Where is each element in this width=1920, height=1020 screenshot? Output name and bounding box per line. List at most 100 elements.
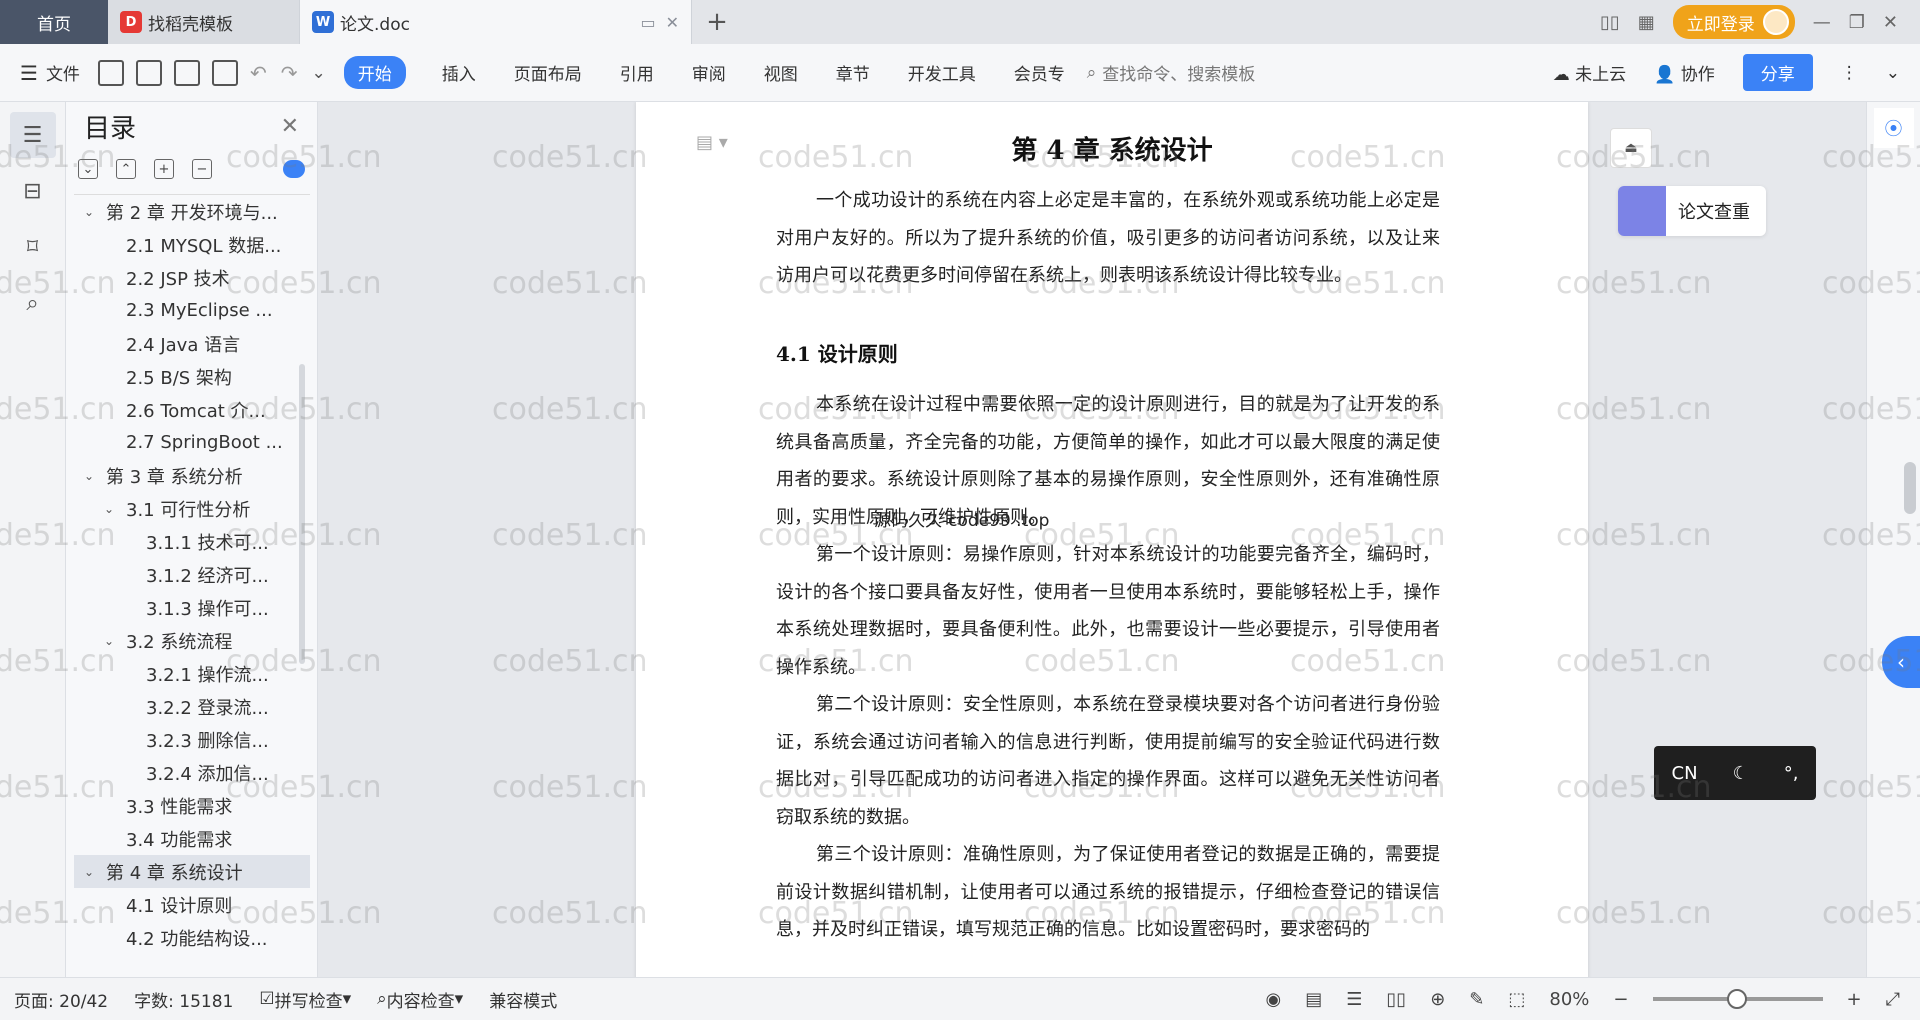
location-pin-icon[interactable]: ⦿ [1873,108,1914,148]
toc-icon[interactable]: ☰ [9,112,56,158]
collapse-all-icon[interactable]: ⌃ [116,159,136,179]
spell-check-button[interactable]: ☑ 拼写检查 ▾ [259,987,351,1012]
chevron-down-icon[interactable]: ⌄ [80,469,98,483]
fit-page-icon[interactable]: ⬚ [1508,989,1525,1010]
zoom-slider[interactable] [1652,989,1823,1009]
paragraph[interactable]: 第二个设计原则：安全性原则，本系统在登录模块要对各个访问者进行身份验证，系统会通… [776,686,1440,836]
close-window-icon[interactable]: ✕ [1883,12,1898,33]
login-button[interactable]: 立即登录 [1672,5,1795,39]
layout-icon[interactable]: ▯▯ [1600,12,1620,33]
toc-item[interactable]: 4.1 设计原则 [74,888,310,921]
zoom-level[interactable]: 80% [1549,989,1589,1010]
window-mode-icon[interactable]: ▭ [640,13,655,32]
toc-item[interactable]: ⌄ 第 4 章 系统设计 [74,855,310,888]
add-heading-icon[interactable]: + [154,159,174,179]
section-nav-icon[interactable]: ⊟ [10,168,56,214]
zoom-knob[interactable] [1726,989,1747,1009]
close-icon[interactable]: ✕ [281,114,299,139]
chevron-down-icon[interactable]: ⌄ [80,865,98,879]
print-preview-icon[interactable] [211,59,238,86]
tab-document[interactable]: W 论文.doc ▭ ✕ [300,0,692,44]
minimize-icon[interactable]: — [1813,12,1831,33]
cloud-status[interactable]: ☁ 未上云 [1553,60,1626,85]
pen-icon[interactable]: ✎ [1469,989,1484,1010]
tab-section[interactable]: 章节 [836,60,870,85]
share-button[interactable]: 分享 [1742,54,1813,91]
eject-icon[interactable]: ⏏ [1610,128,1652,168]
chevron-down-icon[interactable]: ⌄ [100,634,118,648]
word-counter[interactable]: 字数: 15181 [134,987,233,1012]
export-icon[interactable] [135,59,162,86]
new-tab-button[interactable]: + [692,0,742,44]
toc-item[interactable]: ⌄ 3.2 系统流程 [74,624,310,657]
intro-paragraph[interactable]: 一个成功设计的系统在内容上必定是丰富的，在系统外观或系统功能上必定是对用户友好的… [776,182,1440,295]
tab-insert[interactable]: 插入 [442,60,476,85]
bookmark-icon[interactable]: ⌑ [10,224,56,270]
collapse-ribbon-icon[interactable]: ⌄ [1886,63,1900,83]
collab-button[interactable]: 👤 协作 [1654,60,1715,85]
toc-item[interactable]: 4.2 功能结构设... [74,921,310,954]
tab-references[interactable]: 引用 [620,60,654,85]
redo-icon[interactable]: ↷ [281,61,298,85]
more-icon[interactable]: ⋮ [1841,63,1858,83]
toc-item[interactable]: 3.2.2 登录流... [74,690,310,723]
ai-toggle-icon[interactable] [283,160,305,178]
toc-item[interactable]: 3.3 性能需求 [74,789,310,822]
toc-item[interactable]: 3.1.1 技术可... [74,525,310,558]
remove-heading-icon[interactable]: − [192,159,212,179]
file-menu[interactable]: ☰ 文件 [20,60,80,86]
restore-icon[interactable]: ❐ [1849,12,1865,33]
close-tab-icon[interactable]: ✕ [666,13,679,32]
toc-item[interactable]: 3.1.2 经济可... [74,558,310,591]
read-view-icon[interactable]: ▯▯ [1386,989,1406,1010]
chevron-down-icon[interactable]: ⌄ [100,502,118,516]
undo-icon[interactable]: ↶ [250,61,267,85]
web-view-icon[interactable]: ⊕ [1430,989,1445,1010]
toc-item[interactable]: 3.1.3 操作可... [74,591,310,624]
tab-template[interactable]: D 找稻壳模板 [108,0,300,44]
chapter-title[interactable]: 第 4 章 系统设计 [636,130,1588,167]
toc-item[interactable]: ⌄ 第 2 章 开发环境与... [74,195,310,228]
toc-item[interactable]: 2.6 Tomcat 介... [74,393,310,426]
toc-item[interactable]: 2.1 MYSQL 数据... [74,228,310,261]
toc-item[interactable]: 2.3 MyEclipse ... [74,294,310,327]
expand-all-icon[interactable]: ⌄ [78,159,98,179]
page-view-icon[interactable]: ▤ [1305,989,1322,1010]
outline-view-icon[interactable]: ☰ [1346,989,1362,1010]
tab-start[interactable]: 开始 [343,56,406,89]
toc-item[interactable]: 3.4 功能需求 [74,822,310,855]
paper-check-button[interactable]: 论文查重 [1618,186,1766,236]
toc-item[interactable]: 2.5 B/S 架构 [74,360,310,393]
zoom-in-icon[interactable]: + [1847,989,1862,1010]
document-page[interactable]: ▤ ▾ 第 4 章 系统设计 一个成功设计的系统在内容上必定是丰富的，在系统外观… [636,102,1588,977]
toc-item[interactable]: 3.2.3 删除信... [74,723,310,756]
grid-icon[interactable]: ▦ [1638,12,1655,33]
tab-developer[interactable]: 开发工具 [908,60,976,85]
zoom-out-icon[interactable]: − [1613,989,1628,1010]
section-heading[interactable]: 4.1 设计原则 [776,338,898,367]
tab-view[interactable]: 视图 [764,60,798,85]
chevron-down-icon[interactable]: ⌄ [80,205,98,219]
toc-item[interactable]: 2.2 JSP 技术 [74,261,310,294]
print-icon[interactable] [173,59,200,86]
toc-item[interactable]: 3.2.4 添加信... [74,756,310,789]
ime-toolbar[interactable]: CN ☾ °, [1654,746,1816,800]
chevron-down-icon[interactable]: ⌄ [311,63,325,83]
find-icon[interactable]: ⌕ [10,280,56,326]
page-counter[interactable]: 页面: 20/42 [14,987,108,1012]
toc-item[interactable]: 2.4 Java 语言 [74,327,310,360]
toc-item[interactable]: 2.7 SpringBoot ... [74,426,310,459]
toc-scrollbar[interactable] [299,364,305,664]
home-tab[interactable]: 首页 [0,0,108,44]
save-icon[interactable] [97,59,124,86]
content-check-button[interactable]: ⌕ 内容检查 ▾ [377,987,463,1012]
tab-page-layout[interactable]: 页面布局 [514,60,582,85]
eye-protect-icon[interactable]: ◉ [1266,989,1282,1010]
fullscreen-icon[interactable]: ⤢ [1886,989,1900,1010]
paragraph[interactable]: 第三个设计原则：准确性原则，为了保证使用者登记的数据是正确的，需要提前设计数据纠… [776,836,1440,949]
toc-item[interactable]: ⌄ 第 3 章 系统分析 [74,459,310,492]
paragraph[interactable]: 第一个设计原则：易操作原则，针对本系统设计的功能要完备齐全，编码时，设计的各个接… [776,536,1440,686]
toc-item[interactable]: 3.2.1 操作流... [74,657,310,690]
tab-review[interactable]: 审阅 [692,60,726,85]
command-search[interactable]: ⌕ 查找命令、搜索模板 [1087,60,1256,86]
